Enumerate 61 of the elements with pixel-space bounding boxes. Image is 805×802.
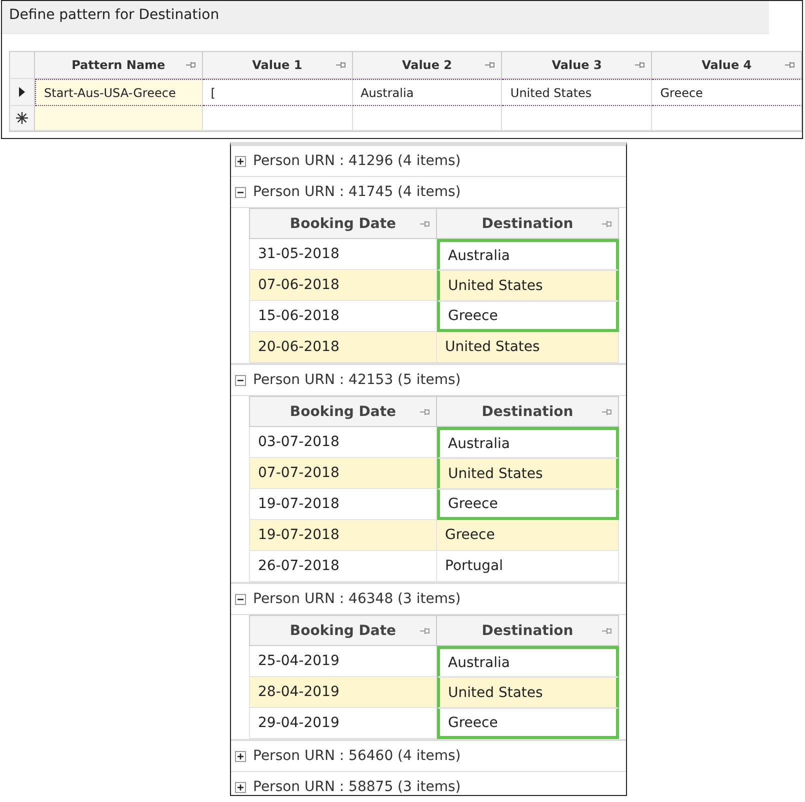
expand-toggle-icon[interactable] <box>235 156 246 166</box>
new-row-icon <box>16 112 28 124</box>
pin-icon[interactable] <box>336 61 346 69</box>
column-header[interactable]: Booking Date <box>249 615 437 646</box>
table-cell: United States <box>437 270 619 301</box>
column-header[interactable]: Destination <box>437 208 619 239</box>
column-header[interactable]: Destination <box>437 615 619 646</box>
table-cell: 20-06-2018 <box>249 332 437 363</box>
grid-cell[interactable]: United States <box>502 79 652 106</box>
table-cell: Greece <box>437 708 619 739</box>
grid-cell[interactable] <box>35 106 203 131</box>
grid-cell[interactable]: [ <box>202 79 353 106</box>
group-label[interactable]: Person URN : 58875 (3 items) <box>253 779 461 795</box>
group-label[interactable]: Person URN : 41296 (4 items) <box>253 153 461 169</box>
expand-toggle-icon[interactable] <box>235 374 246 386</box>
grid-cell[interactable] <box>652 106 802 131</box>
grid-cell[interactable]: Start-Aus-USA-Greece <box>35 79 203 106</box>
table-cell: Greece <box>437 520 619 551</box>
group-label[interactable]: Person URN : 42153 (5 items) <box>253 372 461 388</box>
table-cell: 19-07-2018 <box>249 520 437 551</box>
table-cell: United States <box>437 458 619 489</box>
grid-cell[interactable] <box>352 106 502 131</box>
group-label[interactable]: Person URN : 41745 (4 items) <box>253 184 461 200</box>
table-cell: 26-07-2018 <box>249 551 437 582</box>
table-cell: 29-04-2019 <box>249 708 437 739</box>
pin-icon[interactable] <box>420 626 430 634</box>
table-cell: 07-06-2018 <box>249 270 437 301</box>
pin-icon[interactable] <box>420 220 430 228</box>
column-header[interactable]: Value 3 <box>502 52 652 79</box>
pin-icon[interactable] <box>602 626 612 634</box>
column-header[interactable]: Destination <box>437 396 619 427</box>
pin-icon[interactable] <box>785 61 796 69</box>
column-header[interactable]: Booking Date <box>249 208 437 239</box>
grid-cell[interactable] <box>202 106 353 131</box>
group-label[interactable]: Person URN : 46348 (3 items) <box>253 591 461 607</box>
column-header[interactable]: Value 2 <box>352 52 502 79</box>
pin-icon[interactable] <box>186 61 196 69</box>
table-cell: 07-07-2018 <box>249 458 437 489</box>
column-header[interactable]: Value 4 <box>652 52 802 79</box>
grid-cell[interactable]: Greece <box>652 79 802 106</box>
expand-toggle-icon[interactable] <box>235 782 246 792</box>
current-row-icon <box>19 87 25 97</box>
column-header[interactable]: Value 1 <box>202 52 353 79</box>
pin-icon[interactable] <box>602 220 612 228</box>
expand-toggle-icon[interactable] <box>235 594 246 604</box>
pin-icon[interactable] <box>485 61 496 69</box>
pin-icon[interactable] <box>602 408 612 416</box>
table-cell: 28-04-2019 <box>249 677 437 708</box>
group-label[interactable]: Person URN : 56460 (4 items) <box>253 748 461 764</box>
column-header[interactable]: Pattern Name <box>35 52 203 79</box>
table-cell: Portugal <box>437 551 619 582</box>
table-cell: United States <box>437 332 619 363</box>
grid-cell[interactable]: Australia <box>352 79 502 106</box>
pin-icon[interactable] <box>420 408 430 416</box>
expand-toggle-icon[interactable] <box>235 750 246 762</box>
panel-title: Define pattern for Destination <box>2 1 769 34</box>
expand-toggle-icon[interactable] <box>235 186 246 198</box>
grid-cell[interactable] <box>502 106 652 131</box>
pin-icon[interactable] <box>635 61 646 69</box>
table-cell: United States <box>437 677 619 708</box>
column-header[interactable]: Booking Date <box>249 396 437 427</box>
